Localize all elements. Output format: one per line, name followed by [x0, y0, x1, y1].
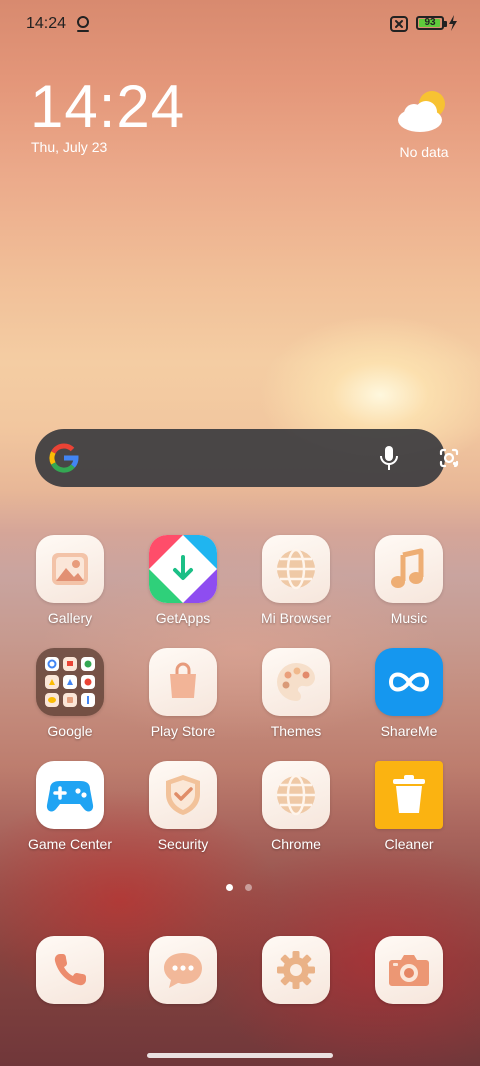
- music-note-icon: [375, 535, 443, 603]
- clock-time[interactable]: 14:24: [30, 72, 185, 141]
- globe-icon: [262, 761, 330, 829]
- app-label: Google: [47, 723, 93, 739]
- app-getapps[interactable]: GetApps: [133, 535, 233, 645]
- weather-status[interactable]: No data: [392, 144, 456, 160]
- app-shareme[interactable]: ShareMe: [359, 648, 459, 758]
- app-label: Game Center: [27, 836, 113, 852]
- app-label: GetApps: [155, 610, 211, 626]
- shield-check-icon: [149, 761, 217, 829]
- gallery-icon: [36, 535, 104, 603]
- app-chrome[interactable]: Chrome: [246, 761, 346, 871]
- gear-icon[interactable]: [262, 936, 330, 1004]
- app-label: Cleaner: [384, 836, 434, 852]
- app-label: Chrome: [271, 836, 321, 852]
- status-time: 14:24: [26, 15, 67, 32]
- app-label: Gallery: [47, 610, 93, 626]
- app-gallery[interactable]: Gallery: [20, 535, 120, 645]
- partly-cloudy-icon[interactable]: [396, 88, 452, 136]
- app-label: Themes: [270, 723, 322, 739]
- status-bar: 14:24 93: [0, 0, 480, 48]
- page-dot[interactable]: [245, 884, 252, 891]
- page-dot-active[interactable]: [226, 884, 233, 891]
- palette-icon: [262, 648, 330, 716]
- infinity-icon: [375, 648, 443, 716]
- google-logo-icon: [49, 443, 79, 473]
- app-themes[interactable]: Themes: [246, 648, 346, 758]
- globe-icon: [262, 535, 330, 603]
- app-security[interactable]: Security: [133, 761, 233, 871]
- page-indicator[interactable]: [226, 884, 256, 894]
- app-play-store[interactable]: Play Store: [133, 648, 233, 758]
- battery-icon: 93: [416, 16, 447, 30]
- app-label: Security: [157, 836, 209, 852]
- clock-date[interactable]: Thu, July 23: [31, 139, 107, 155]
- google-folder-icon: [36, 648, 104, 716]
- camera-icon[interactable]: [375, 936, 443, 1004]
- phone-icon[interactable]: [36, 936, 104, 1004]
- google-search-bar[interactable]: [35, 429, 459, 487]
- app-label: Play Store: [150, 723, 216, 739]
- charging-bolt-icon: [449, 15, 457, 31]
- home-indicator[interactable]: [147, 1053, 333, 1058]
- google-lens-icon[interactable]: [437, 446, 461, 470]
- app-mi-browser[interactable]: Mi Browser: [246, 535, 346, 645]
- app-label: Mi Browser: [260, 610, 331, 626]
- trash-icon: [375, 761, 443, 829]
- app-cleaner[interactable]: Cleaner: [359, 761, 459, 871]
- app-label: ShareMe: [380, 723, 438, 739]
- app-google-folder[interactable]: Google: [20, 648, 120, 758]
- microphone-icon[interactable]: [378, 445, 400, 471]
- getapps-icon: [149, 535, 217, 603]
- shopping-bag-icon: [149, 648, 217, 716]
- app-label: Music: [390, 610, 428, 626]
- no-sim-icon: [390, 16, 408, 32]
- battery-level: 93: [424, 17, 436, 28]
- app-game-center[interactable]: Game Center: [20, 761, 120, 871]
- gamepad-icon: [36, 761, 104, 829]
- app-music[interactable]: Music: [359, 535, 459, 645]
- notification-icon: [77, 16, 89, 32]
- chat-bubble-icon[interactable]: [149, 936, 217, 1004]
